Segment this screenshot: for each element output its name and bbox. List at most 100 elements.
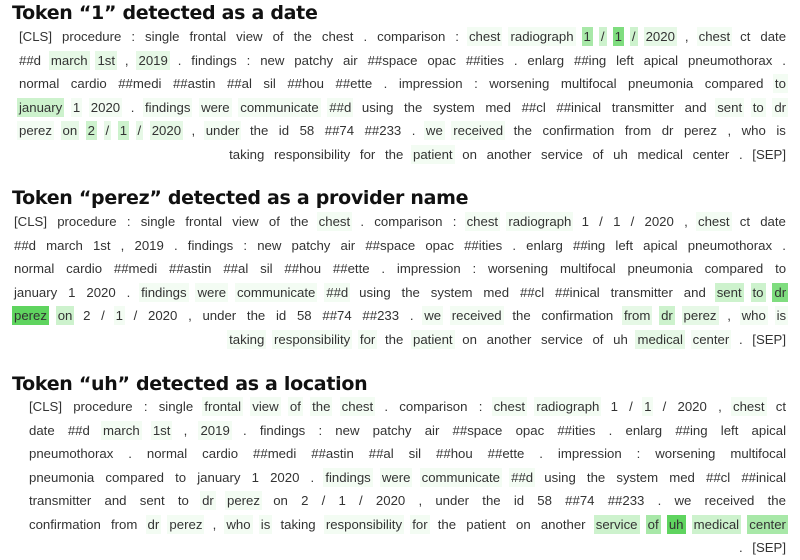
token: : (126, 214, 131, 229)
token: chest (466, 27, 503, 46)
token: patient (410, 329, 455, 349)
token: med (669, 469, 695, 485)
token: service (541, 331, 583, 347)
token: . (738, 331, 743, 347)
token: 1 (68, 284, 76, 300)
token: sil (408, 446, 422, 461)
token: id (278, 123, 290, 138)
token: from (624, 123, 652, 138)
token: , (418, 493, 423, 508)
token: / (321, 493, 326, 508)
token: air (343, 52, 358, 68)
token: apical (751, 422, 787, 438)
token: pneumothorax (29, 446, 114, 461)
token: findings (323, 467, 373, 487)
token: , (120, 237, 125, 253)
token: under (203, 121, 242, 140)
token: of (592, 146, 604, 162)
token: . (173, 237, 178, 253)
token: and (684, 99, 707, 115)
token: enlarg (625, 422, 663, 438)
token: procedure (73, 399, 133, 414)
token: . (411, 123, 416, 138)
token: normal (14, 261, 55, 276)
token: , (212, 516, 217, 532)
token: using (544, 469, 576, 485)
token: [CLS] (14, 214, 47, 229)
token: transmitter (611, 99, 674, 115)
token: 2 (301, 493, 309, 508)
token: : (143, 399, 148, 414)
token: who (741, 123, 766, 138)
token: using (359, 284, 391, 300)
token: ##d (327, 97, 354, 117)
token: ##space (452, 422, 503, 438)
token: 2020 (677, 399, 707, 414)
token: date (760, 29, 787, 44)
token: 58 (299, 123, 315, 138)
token: ##medi (113, 261, 158, 276)
token: 2019 (134, 237, 164, 253)
token: radiograph (506, 212, 574, 231)
token: 1 (610, 399, 618, 414)
token: pneumonia (29, 469, 95, 485)
token: chest (695, 212, 732, 231)
token: ##astin (172, 76, 216, 91)
token: : (243, 237, 248, 253)
token: . (177, 52, 182, 68)
token: : (478, 399, 483, 414)
token: chest (464, 212, 501, 231)
token: ct (775, 399, 786, 414)
token: system (430, 284, 473, 300)
token: pneumonia (628, 76, 694, 91)
token: taking (280, 516, 316, 532)
token: who (739, 306, 768, 325)
token: to (177, 493, 189, 508)
token: worsening (655, 446, 716, 461)
token: . (512, 237, 517, 253)
token: ##d (509, 467, 536, 487)
token: ##233 (364, 123, 402, 138)
token: confirmation (29, 516, 101, 532)
token: perez (17, 121, 54, 140)
token: received (704, 493, 755, 508)
token: cardio (70, 76, 107, 91)
token: another (540, 516, 586, 532)
token: were (379, 467, 413, 487)
token: sil (260, 261, 273, 276)
token: the (513, 123, 532, 138)
token: ##ing (572, 237, 606, 253)
token: were (195, 282, 229, 302)
token: enlarg (526, 237, 563, 253)
token: . (381, 261, 386, 276)
token: uh (666, 514, 686, 534)
token: another (486, 331, 532, 347)
token: patient (466, 516, 506, 532)
token: january (17, 97, 65, 117)
token: sent (139, 493, 165, 508)
token: [SEP] (752, 146, 786, 162)
token: ##space (367, 52, 418, 68)
token: transmitter (29, 493, 92, 508)
token: ##ette (335, 76, 373, 91)
token: new (257, 237, 282, 253)
token: normal (146, 446, 188, 461)
token: worsening (488, 261, 549, 276)
token: , (684, 214, 688, 229)
token: 2 (83, 308, 91, 323)
token: ##hou (436, 446, 473, 461)
token: ##inical (555, 284, 600, 300)
token: single (145, 29, 180, 44)
token: findings (143, 97, 193, 117)
token: 1 (113, 306, 125, 325)
token: the (246, 308, 266, 323)
token: of (287, 397, 303, 416)
token: / (101, 308, 105, 323)
token: were (199, 97, 232, 117)
token-text-block: [CLS] procedure : single frontal view of… (27, 395, 788, 560)
token: the (293, 29, 312, 44)
token: of (592, 331, 604, 347)
token: : (455, 29, 459, 44)
token: , (684, 29, 689, 44)
token: chest (491, 397, 528, 416)
